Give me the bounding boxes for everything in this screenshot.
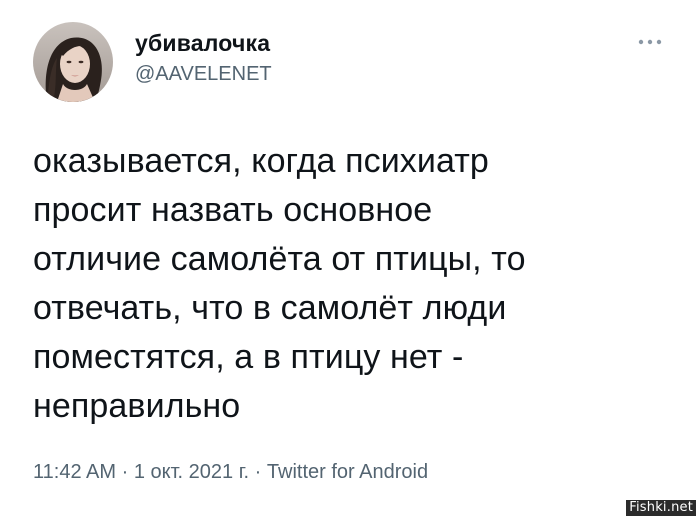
avatar-photo-icon [33, 22, 113, 102]
user-display-name[interactable]: убивалочка [135, 30, 270, 57]
tweet-time[interactable]: 11:42 AM [33, 461, 116, 483]
user-handle[interactable]: @AAVELENET [135, 63, 272, 86]
tweet-source[interactable]: Twitter for Android [267, 461, 428, 483]
user-avatar[interactable] [33, 22, 113, 102]
tweet-text-line: отвечать, что в самолёт люди [33, 289, 507, 327]
tweet-date[interactable]: 1 окт. 2021 г. [134, 461, 249, 483]
tweet-card: убивалочка @AAVELENET оказывается, когда… [0, 0, 700, 518]
tweet-text-line: просит назвать основное [33, 191, 433, 229]
tweet-text-line: поместятся, а в птицу нет - [33, 338, 464, 376]
tweet-text-line: отличие самолёта от птицы, то [33, 240, 526, 278]
tweet-text: оказывается, когда психиатр просит назва… [33, 137, 663, 431]
tweet-meta: 11:42 AM · 1 окт. 2021 г. · Twitter for … [33, 461, 428, 484]
tweet-text-line: неправильно [33, 387, 241, 425]
site-watermark: Fishki.net [626, 500, 696, 516]
more-horizontal-icon[interactable] [638, 34, 662, 45]
meta-separator: · [249, 461, 267, 483]
meta-separator: · [116, 461, 134, 483]
tweet-text-line: оказывается, когда психиатр [33, 142, 489, 180]
